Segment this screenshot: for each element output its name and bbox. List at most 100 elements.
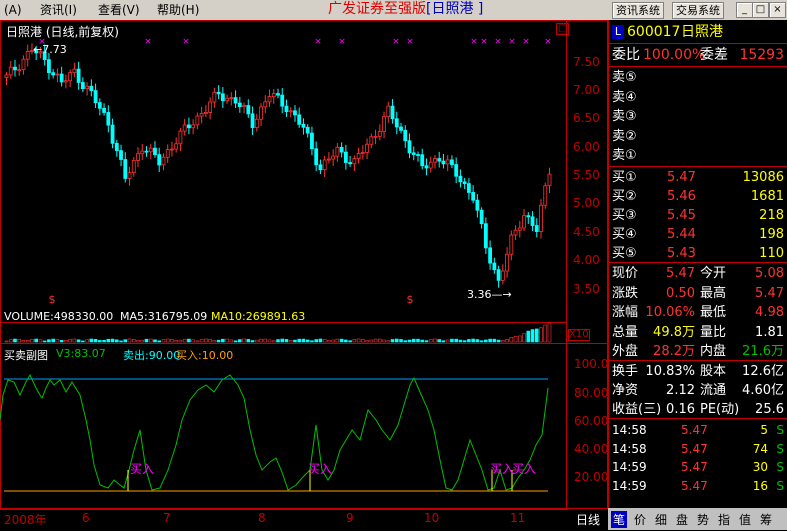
- price-tick: 3.50: [573, 282, 600, 296]
- candle-body: [136, 153, 140, 161]
- volume-bar: [314, 339, 318, 343]
- right-tab[interactable]: 细: [653, 511, 669, 528]
- info-system-button[interactable]: 资讯系统: [612, 2, 664, 19]
- fund-label: PE(动): [700, 402, 740, 417]
- candle-body: [250, 113, 255, 128]
- chart-title: 日照港 (日线,前复权): [6, 25, 119, 39]
- volume-bar: [13, 338, 17, 343]
- period-tab-daily[interactable]: 日线: [568, 508, 608, 531]
- tick-volume: 5: [760, 423, 768, 437]
- volume-scale-label: X10: [568, 329, 590, 341]
- volume-bar: [110, 338, 115, 343]
- volume-bar: [182, 338, 187, 343]
- volume-bar: [233, 340, 238, 343]
- maximize-icon[interactable]: □: [752, 2, 769, 18]
- volume-bar: [225, 338, 229, 343]
- right-tab[interactable]: 筹: [758, 511, 774, 528]
- candle-body: [496, 269, 501, 281]
- candle-body: [165, 149, 170, 158]
- volume-bar: [102, 339, 106, 343]
- quote-separator: [609, 43, 787, 44]
- right-tab[interactable]: 盘: [674, 511, 690, 528]
- volume-bar: [322, 339, 327, 343]
- candle-body: [530, 216, 535, 226]
- volume-bar: [479, 340, 484, 343]
- fund-label: 股本: [700, 364, 727, 379]
- candle-body: [339, 146, 344, 153]
- stat-row: 涨跌 0.50 最高 5.47: [609, 284, 787, 304]
- minimize-icon[interactable]: _: [736, 2, 753, 18]
- volume-bar: [378, 338, 382, 343]
- menu-item-a[interactable]: (A): [4, 2, 22, 18]
- volume-bar: [462, 340, 467, 343]
- volume-bar: [433, 338, 437, 343]
- candle-body: [263, 101, 268, 108]
- trade-system-button[interactable]: 交易系统: [672, 2, 724, 19]
- stat-row: 总量 49.8万 量比 1.81: [609, 323, 787, 343]
- candle-body: [51, 72, 56, 76]
- volume-bar: [352, 339, 357, 343]
- volume-bar: [42, 340, 47, 343]
- bid-volume: 13086: [742, 170, 784, 185]
- stat-label: 总量: [612, 324, 639, 340]
- stat-row: 涨幅 10.06% 最低 4.98: [609, 303, 787, 323]
- volume-bar: [178, 339, 183, 343]
- volume-bar: [47, 339, 51, 343]
- quote-panel: L 600017 日照港 委比 100.00% 委差 15293 卖⑤ 卖④ 卖③ 卖…: [608, 20, 787, 510]
- weicha-value: 15293: [739, 47, 784, 63]
- menu-item-info[interactable]: 资讯(I): [40, 2, 77, 18]
- candle-body: [72, 68, 77, 74]
- candle-body: [522, 215, 526, 229]
- right-tab[interactable]: 指: [716, 511, 732, 528]
- fund-value: 25.6: [755, 402, 784, 417]
- candle-body: [97, 102, 102, 109]
- candle-body: [428, 161, 433, 169]
- tick-row: 14:59 5.47 16 S: [609, 476, 787, 496]
- ma5-label: MA5:316795.09: [120, 310, 208, 323]
- volume-bar: [85, 339, 89, 343]
- close-icon[interactable]: ×: [769, 2, 786, 18]
- signal-s-icon: $: [407, 293, 414, 306]
- volume-bar: [51, 338, 55, 343]
- volume-bar: [187, 338, 191, 343]
- tick-side: S: [776, 460, 784, 474]
- candle-body: [310, 132, 314, 150]
- stat-value: 1.81: [755, 324, 784, 340]
- candle-body: [445, 159, 450, 165]
- volume-bar: [467, 339, 471, 343]
- right-tab[interactable]: 笔: [611, 511, 627, 528]
- right-tab[interactable]: 价: [632, 511, 648, 528]
- candle-body: [237, 102, 242, 108]
- chart-restore-icon[interactable]: □: [556, 23, 570, 35]
- date-tick: 10: [424, 511, 440, 525]
- sell-signal-icon: ×: [494, 37, 502, 47]
- candle-body: [59, 73, 64, 83]
- candle-body: [229, 97, 234, 100]
- candle-body: [123, 159, 128, 179]
- candle-body: [399, 126, 403, 131]
- right-tab[interactable]: 值: [737, 511, 753, 528]
- volume-bar: [89, 338, 94, 343]
- candle-body: [458, 175, 463, 183]
- bid-volume: 198: [759, 227, 784, 242]
- menu-item-view[interactable]: 查看(V): [98, 2, 140, 18]
- kline-chart-area[interactable]: × × × × × × × × × × × × ×$ $: [0, 20, 608, 530]
- volume-bar: [30, 338, 34, 343]
- candle-body: [153, 147, 157, 156]
- volume-bar: [344, 339, 348, 343]
- indicator-sell: 卖出:90.00: [123, 349, 181, 362]
- volume-bar: [382, 339, 386, 343]
- menu-item-help[interactable]: 帮助(H): [157, 2, 199, 18]
- volume-bar: [246, 339, 251, 343]
- quote-separator: [609, 418, 787, 419]
- candle-body: [161, 156, 166, 166]
- candle-body: [127, 172, 132, 179]
- tick-price: 5.47: [681, 478, 708, 493]
- right-tab[interactable]: 势: [695, 511, 711, 528]
- candle-body: [174, 143, 179, 150]
- tick-price: 5.47: [681, 441, 708, 456]
- app-title: 广发证券至强版[日照港 ]: [328, 1, 483, 18]
- candle-body: [182, 124, 187, 132]
- fund-label: 收益(三): [612, 402, 662, 417]
- volume-bar: [513, 336, 518, 343]
